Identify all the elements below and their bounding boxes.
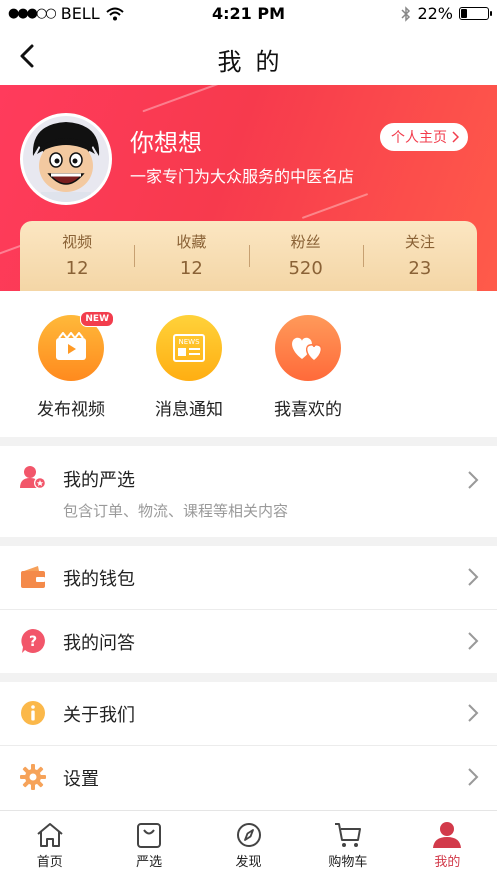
tab-label: 我的 [434,855,461,870]
menu-subtitle: 包含订单、物流、课程等相关内容 [63,502,289,520]
page-title: 我的 [217,48,294,76]
chevron-right-icon [468,768,479,786]
bluetooth-icon [401,5,411,22]
battery-percent: 22% [417,4,453,23]
stat-label: 关注 [404,233,435,251]
menu-label: 我的问答 [63,633,135,654]
stat-value: 12 [65,258,89,279]
menu-label: 关于我们 [63,705,135,726]
person-icon [433,822,462,848]
wallet-icon [21,566,45,588]
section-gap [0,673,497,682]
stat-videos[interactable]: 视频 12 [20,221,134,291]
stat-label: 粉丝 [290,233,321,251]
menu-label: 我的钱包 [63,569,135,590]
avatar[interactable] [20,113,112,205]
tab-label: 购物车 [328,855,368,870]
tab-bar: 首页 严选 发现 购物车 我的 [0,810,497,883]
tab-home[interactable]: 首页 [0,811,99,883]
action-label: 消息通知 [155,400,223,420]
menu-item-my-wallet[interactable]: 我的钱包 [0,546,497,609]
stat-followers[interactable]: 粉丝 520 [248,221,363,291]
message-notification-action[interactable]: NEWS 消息通知 [139,315,239,420]
decorative-streak [301,193,369,219]
personal-homepage-label: 个人主页 [391,130,447,146]
tab-label: 发现 [235,855,262,870]
tab-discover[interactable]: 发现 [199,811,298,883]
tab-label: 首页 [36,855,63,870]
svg-text:?: ? [29,634,37,650]
tab-selection[interactable]: 严选 [99,811,198,883]
stats-panel: 视频 12 收藏 12 粉丝 520 关注 23 [20,221,477,291]
menu-item-my-selection[interactable]: 我的严选 包含订单、物流、课程等相关内容 [0,446,497,537]
stat-value: 520 [288,258,323,279]
tab-mine[interactable]: 我的 [398,811,497,883]
chevron-right-icon [452,131,459,143]
new-badge: NEW [80,311,114,327]
menu-label: 我的严选 [63,470,135,491]
publish-video-action[interactable]: NEW 发布视频 [21,311,121,420]
chevron-right-icon [468,568,479,586]
my-likes-action[interactable]: 我喜欢的 [258,315,358,420]
user-tagline: 一家专门为大众服务的中医名店 [130,167,355,186]
status-bar: ●●●○○ BELL 4:21 PM 22% [0,0,497,28]
battery-fill [461,9,468,18]
profile-header: 你想想 一家专门为大众服务的中医名店 个人主页 视频 12 收藏 12 粉丝 5… [0,85,497,291]
stat-label: 视频 [62,233,93,251]
stat-label: 收藏 [176,233,207,251]
hearts-icon [275,315,341,381]
action-label: 发布视频 [37,400,105,420]
stat-value: 23 [408,258,432,279]
gear-icon [20,764,46,790]
cart-icon [334,823,361,847]
action-label: 我喜欢的 [274,400,342,420]
chevron-right-icon [468,704,479,722]
battery-icon [459,7,492,20]
menu-item-about-us[interactable]: 关于我们 [0,682,497,745]
stat-following[interactable]: 关注 23 [362,221,477,291]
stat-value: 12 [179,258,203,279]
section-gap [0,537,497,546]
compass-icon [236,823,261,847]
tab-label: 严选 [136,855,163,870]
chevron-right-icon [468,471,479,489]
personal-homepage-button[interactable]: 个人主页 [380,123,468,151]
navigation-bar: 我的 [0,28,497,85]
menu-item-settings[interactable]: 设置 [0,746,497,809]
user-star-icon [20,466,46,489]
avatar-image [23,116,109,202]
username: 你想想 [130,129,202,157]
menu-item-my-qa[interactable]: ? 我的问答 [0,610,497,673]
video-icon: NEW [38,311,114,381]
news-text: NEWS [178,338,200,346]
bag-icon [137,823,162,848]
info-icon [21,701,45,725]
question-icon: ? [21,629,45,653]
home-icon [37,823,63,847]
news-icon: NEWS [156,315,222,381]
tab-cart[interactable]: 购物车 [298,811,397,883]
menu-label: 设置 [63,769,99,790]
stat-favorites[interactable]: 收藏 12 [134,221,248,291]
section-gap [0,437,497,446]
decorative-streak [142,85,228,113]
chevron-right-icon [468,632,479,650]
quick-actions: NEW 发布视频 NEWS 消息通知 我喜欢的 [0,291,497,437]
